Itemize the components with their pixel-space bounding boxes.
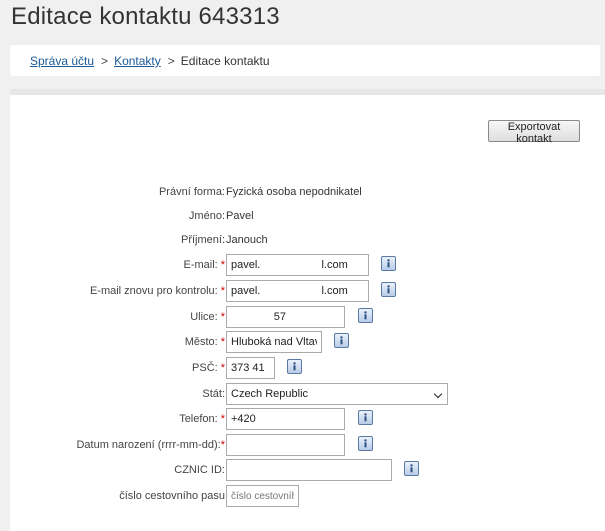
cznic-id-label: CZNIC ID:	[174, 464, 225, 476]
first-name-value: Pavel	[226, 210, 254, 222]
first-name-label: Jméno:	[188, 210, 225, 222]
passport-field[interactable]	[226, 485, 299, 507]
page-title: Editace kontaktu 643313	[11, 3, 280, 30]
city-row: Město: *	[10, 331, 605, 353]
info-icon[interactable]	[358, 436, 373, 451]
legal-form-label: Právní forma:	[158, 186, 225, 198]
breadcrumb-current: Editace kontaktu	[180, 54, 270, 68]
country-select-value: Czech Republic	[231, 388, 309, 400]
phone-label: Telefon: *	[179, 413, 225, 425]
required-marker: *	[220, 336, 225, 348]
breadcrumb-contacts[interactable]: Kontakty	[114, 54, 161, 68]
info-icon[interactable]	[381, 256, 396, 271]
cznic-id-row: CZNIC ID:	[10, 459, 605, 481]
chevron-down-icon	[433, 389, 443, 399]
info-icon[interactable]	[358, 308, 373, 323]
birth-date-label: Datum narození (rrrr-mm-dd):*	[76, 439, 225, 451]
cznic-id-field[interactable]	[226, 459, 392, 481]
breadcrumb-separator: >	[101, 54, 109, 68]
passport-row: číslo cestovního pasu	[10, 485, 605, 507]
legal-form-row: Právní forma: Fyzická osoba nepodnikatel	[10, 181, 605, 203]
required-marker: *	[220, 439, 225, 451]
passport-label: číslo cestovního pasu	[119, 490, 225, 502]
zip-label: PSČ: *	[192, 362, 225, 374]
phone-row: Telefon: *	[10, 408, 605, 430]
country-select[interactable]: Czech Republic	[226, 383, 448, 405]
birth-date-row: Datum narození (rrrr-mm-dd):*	[10, 434, 605, 456]
last-name-value: Janouch	[226, 234, 268, 246]
breadcrumb-account[interactable]: Správa účtu	[30, 54, 94, 68]
export-contact-button[interactable]: Exportovat kontakt	[488, 120, 580, 145]
breadcrumb-bar: Správa účtu > Kontakty > Editace kontakt…	[10, 45, 600, 76]
email-label: E-mail: *	[183, 259, 225, 271]
required-marker: *	[220, 413, 225, 425]
country-label: Stát:	[202, 388, 225, 400]
first-name-row: Jméno: Pavel	[10, 205, 605, 227]
contact-form-panel: Exportovat kontakt Právní forma: Fyzická…	[10, 89, 605, 531]
last-name-label: Příjmení:	[180, 234, 225, 246]
country-row: Stát: Czech Republic	[10, 383, 605, 405]
required-marker: *	[220, 362, 225, 374]
street-field[interactable]	[226, 306, 345, 328]
info-icon[interactable]	[404, 461, 419, 476]
info-icon[interactable]	[358, 410, 373, 425]
email-confirm-field[interactable]	[226, 280, 369, 302]
email-confirm-label: E-mail znovu pro kontrolu: *	[89, 285, 225, 297]
info-icon[interactable]	[381, 282, 396, 297]
city-label: Město: *	[184, 336, 225, 348]
email-field[interactable]	[226, 254, 369, 276]
zip-row: PSČ: *	[10, 357, 605, 379]
zip-field[interactable]	[226, 357, 275, 379]
required-marker: *	[220, 259, 225, 271]
city-field[interactable]	[226, 331, 322, 353]
email-row: E-mail: *	[10, 254, 605, 276]
street-row: Ulice: *	[10, 306, 605, 328]
birth-date-field[interactable]	[226, 434, 345, 456]
info-icon[interactable]	[287, 359, 302, 374]
required-marker: *	[220, 311, 225, 323]
phone-field[interactable]	[226, 408, 345, 430]
email-confirm-row: E-mail znovu pro kontrolu: *	[10, 280, 605, 302]
required-marker: *	[220, 285, 225, 297]
legal-form-value: Fyzická osoba nepodnikatel	[226, 186, 362, 198]
street-label: Ulice: *	[190, 311, 225, 323]
breadcrumb-separator: >	[167, 54, 175, 68]
info-icon[interactable]	[334, 333, 349, 348]
breadcrumb: Správa účtu > Kontakty > Editace kontakt…	[30, 54, 270, 68]
last-name-row: Příjmení: Janouch	[10, 229, 605, 251]
